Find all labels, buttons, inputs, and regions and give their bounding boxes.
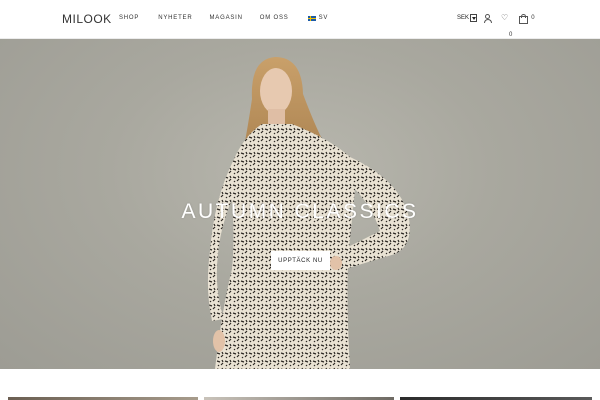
sweden-flag-icon <box>307 15 316 21</box>
brand-logo[interactable]: MILOOK <box>62 12 112 26</box>
shopping-bag-icon[interactable] <box>519 14 529 24</box>
site-header: MILOOK SHOP NYHETER MAGASIN OM OSS SV SE… <box>0 0 600 39</box>
language-selector[interactable]: SV <box>307 15 329 21</box>
product-tiles-strip <box>0 369 600 400</box>
currency-value: SEK <box>457 15 470 21</box>
heart-icon[interactable]: ♡ <box>501 14 508 22</box>
user-icon[interactable] <box>483 14 492 23</box>
hero-banner: AUTUMN CLASSICS UPPTÄCK NU <box>0 39 600 369</box>
nav-item-shop[interactable]: SHOP <box>119 15 139 21</box>
language-label: SV <box>318 15 329 21</box>
discover-now-button[interactable]: UPPTÄCK NU <box>271 251 330 270</box>
nav-item-om-oss[interactable]: OM OSS <box>260 15 289 21</box>
chevron-down-icon <box>470 14 478 22</box>
cart-count: 0 <box>531 15 535 21</box>
nav-item-magasin[interactable]: MAGASIN <box>210 15 243 21</box>
currency-select[interactable]: SEK <box>457 14 478 22</box>
wishlist-count: 0 <box>509 32 513 38</box>
header-tools: SEK ♡ 0 <box>457 14 535 24</box>
hero-title: AUTUMN CLASSICS <box>181 200 419 223</box>
nav-item-nyheter[interactable]: NYHETER <box>158 15 192 21</box>
main-nav: SHOP NYHETER MAGASIN OM OSS SV <box>119 15 328 21</box>
